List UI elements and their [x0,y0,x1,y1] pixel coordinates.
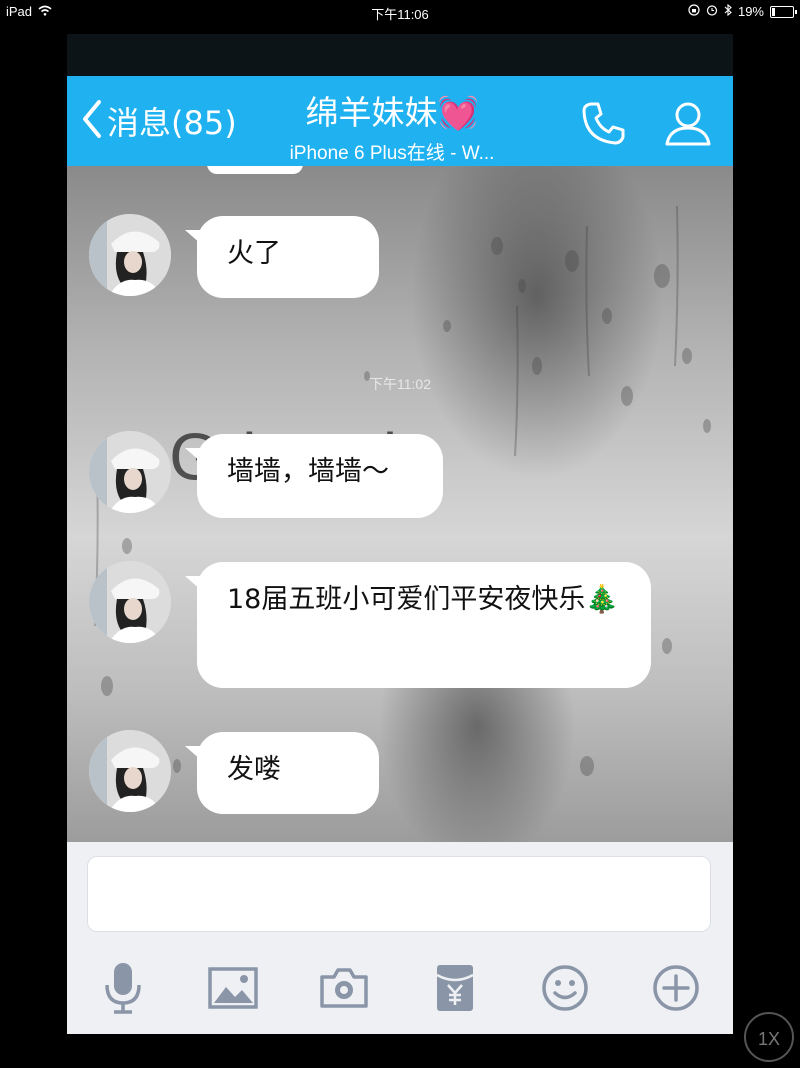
status-bar: iPad 下午11:06 19% [0,0,800,24]
message-input[interactable] [87,856,711,932]
emoji-button[interactable] [535,960,595,1020]
input-bar [67,842,733,1034]
heart-emoji: 💓 [437,93,479,132]
message-bubble-partial[interactable] [207,166,303,174]
nav-bar: 消息(85) 绵羊妹妹💓 iPhone 6 Plus在线 - W... [67,76,733,166]
message-text: 墙墙，墙墙～ [227,456,389,487]
profile-button[interactable] [663,98,713,152]
voice-button[interactable] [93,960,153,1020]
battery-percent: 19% [737,4,764,19]
avatar[interactable] [89,730,171,812]
avatar-image [89,214,171,296]
message-text: 火了 [227,238,281,269]
call-button[interactable] [579,98,629,152]
message-text: 18届五班小可爱们平安夜快乐🎄 [227,584,619,615]
red-packet-icon [435,963,475,1017]
camera-button[interactable] [314,960,374,1020]
red-packet-button[interactable] [425,960,485,1020]
avatar-image [89,561,171,643]
top-strip [67,34,733,76]
emoji-icon [541,964,589,1016]
avatar-image [89,431,171,513]
back-label: 消息(85) [107,104,237,142]
back-button[interactable]: 消息(85) [81,98,237,144]
photo-button[interactable] [203,960,263,1020]
message-bubble[interactable]: 18届五班小可爱们平安夜快乐🎄 [185,562,651,688]
zoom-button[interactable]: 1X [744,1012,794,1062]
user-icon [663,102,713,152]
plus-icon [652,964,700,1016]
microphone-icon [100,961,146,1019]
bluetooth-icon [724,3,732,19]
chevron-left-icon [81,99,103,143]
chat-title[interactable]: 绵羊妹妹💓 iPhone 6 Plus在线 - W... [227,86,557,165]
battery-level [772,7,775,16]
input-toolbar [67,960,733,1024]
alarm-icon [706,4,718,19]
avatar[interactable] [89,561,171,643]
message-timestamp: 下午11:02 [369,376,431,392]
avatar[interactable] [89,431,171,513]
avatar[interactable] [89,214,171,296]
phone-icon [579,102,629,152]
orientation-lock-icon [688,4,700,19]
battery-icon [770,5,797,18]
more-button[interactable] [646,960,706,1020]
status-time: 下午11:06 [371,7,429,22]
message-bubble[interactable]: 火了 [185,216,379,298]
message-text: 发喽 [227,754,281,785]
message-list[interactable]: G lonely 下午11:02 火了 [67,166,733,842]
chat-screen: 消息(85) 绵羊妹妹💓 iPhone 6 Plus在线 - W... 下午11… [67,34,733,1034]
camera-icon [319,967,369,1013]
message-bubble[interactable]: 墙墙，墙墙～ [185,434,443,518]
image-icon [208,967,258,1013]
online-status: iPhone 6 Plus在线 - W... [289,143,495,164]
contact-name: 绵羊妹妹 [305,93,438,132]
avatar-image [89,730,171,812]
message-bubble[interactable]: 发喽 [185,732,379,814]
